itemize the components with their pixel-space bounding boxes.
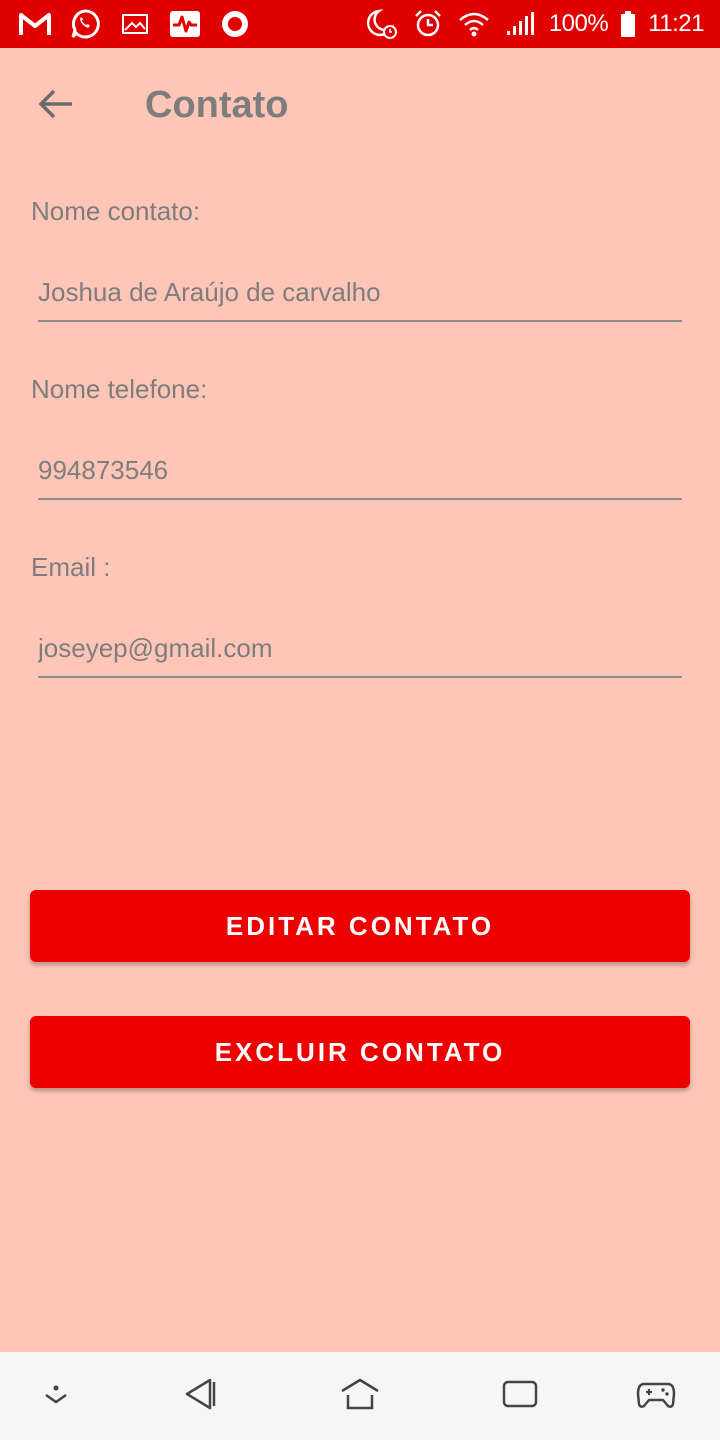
navigation-bar bbox=[0, 1352, 720, 1440]
gmail-icon bbox=[18, 7, 52, 41]
record-icon bbox=[218, 7, 252, 41]
arrow-back-icon bbox=[38, 88, 74, 125]
page-title: Contato bbox=[145, 84, 289, 126]
battery-icon bbox=[620, 7, 636, 41]
home-button[interactable] bbox=[334, 1370, 386, 1422]
game-genie-icon bbox=[636, 1378, 676, 1415]
battery-percent: 100% bbox=[548, 10, 609, 37]
health-monitor-icon bbox=[168, 7, 202, 41]
alarm-icon bbox=[411, 7, 445, 41]
phone-label: Nome telefone: bbox=[31, 374, 208, 404]
phone-field[interactable] bbox=[38, 450, 682, 500]
email-label: Email : bbox=[31, 552, 111, 582]
email-field[interactable] bbox=[38, 628, 682, 678]
home-icon bbox=[340, 1377, 380, 1416]
back-icon bbox=[182, 1376, 218, 1417]
edit-contact-button[interactable]: EDITAR CONTATO bbox=[30, 890, 690, 962]
system-icons: 100% 11:21 bbox=[365, 6, 704, 42]
recents-icon bbox=[501, 1378, 539, 1415]
app-bar: Contato bbox=[0, 48, 720, 160]
whatsapp-icon bbox=[68, 7, 102, 41]
signal-icon bbox=[503, 7, 537, 41]
nav-back-button[interactable] bbox=[174, 1370, 226, 1422]
name-label: Nome contato: bbox=[31, 196, 201, 226]
status-bar: 100% 11:21 bbox=[0, 0, 720, 48]
wifi-icon bbox=[457, 7, 491, 41]
recents-button[interactable] bbox=[494, 1370, 546, 1422]
delete-contact-button[interactable]: EXCLUIR CONTATO bbox=[30, 1016, 690, 1088]
collapse-button[interactable] bbox=[30, 1370, 82, 1422]
name-field[interactable] bbox=[38, 272, 682, 322]
do-not-disturb-icon bbox=[365, 7, 399, 41]
game-genie-button[interactable] bbox=[630, 1370, 682, 1422]
gallery-icon bbox=[118, 7, 152, 41]
back-button[interactable] bbox=[28, 78, 84, 134]
notification-icons bbox=[18, 6, 252, 42]
clock: 11:21 bbox=[648, 10, 704, 37]
collapse-icon bbox=[41, 1382, 71, 1411]
